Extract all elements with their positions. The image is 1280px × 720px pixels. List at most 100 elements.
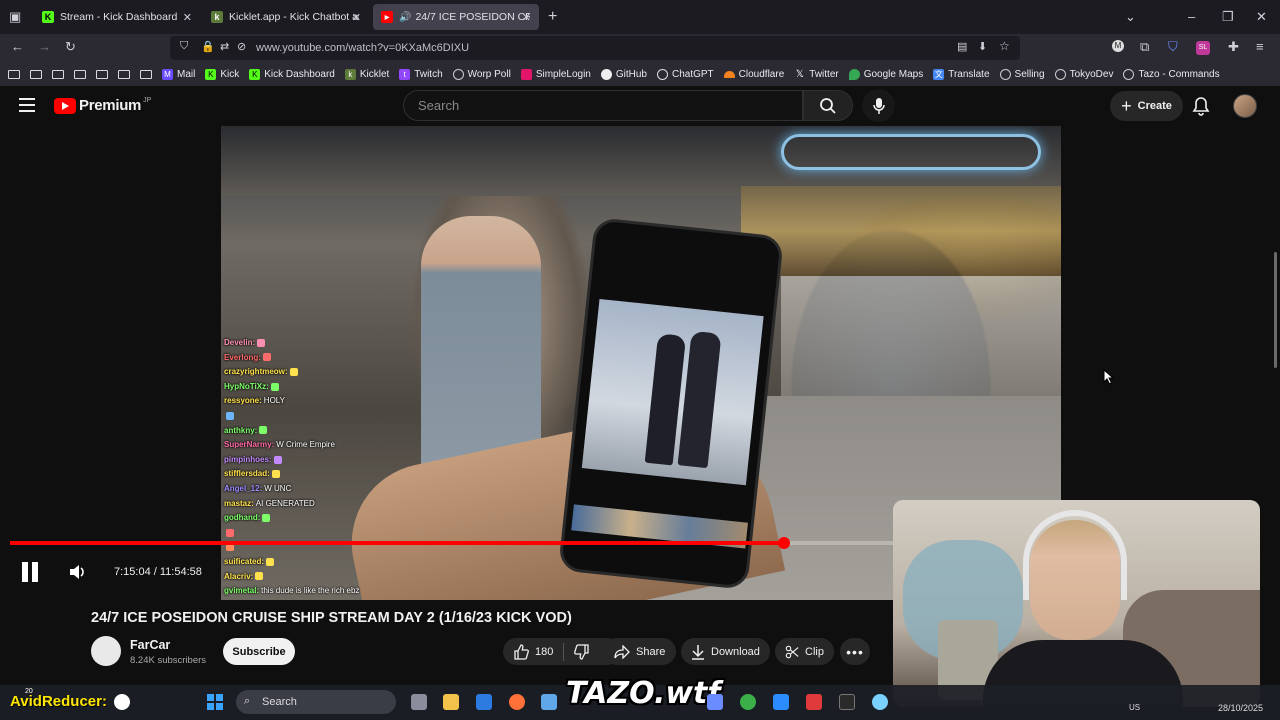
subscribe-button[interactable]: Subscribe	[223, 638, 295, 665]
bookmark-folder-icon[interactable]	[74, 69, 86, 79]
bookmark-translate[interactable]: 文 Translate	[933, 68, 990, 80]
bookmark-selling[interactable]: Selling	[999, 68, 1045, 80]
chat-text: AI GENERATED	[255, 498, 315, 508]
progress-scrubber[interactable]	[778, 537, 790, 549]
close-window-icon[interactable]: ✕	[1256, 9, 1267, 25]
tab-list-icon[interactable]: ▣	[9, 9, 21, 25]
bookmark-kick-dashboard[interactable]: K Kick Dashboard	[249, 68, 335, 80]
extension-sl-icon[interactable]: SL	[1196, 41, 1210, 55]
bookmark-github[interactable]: GitHub	[600, 68, 647, 80]
tab-youtube-active[interactable]: ▶ 🔊 24/7 ICE POSEIDON CRUISE ✕	[373, 4, 539, 30]
chat-emote-icon	[271, 470, 280, 479]
windows-start-icon[interactable]	[207, 694, 223, 710]
permissions-icon[interactable]: ⇄	[220, 40, 229, 53]
like-button[interactable]: 180	[513, 643, 553, 660]
bookmark-folder-icon[interactable]	[30, 69, 42, 79]
autoplay-blocked-icon[interactable]: ⊘	[237, 40, 246, 53]
minimize-icon[interactable]: –	[1188, 9, 1195, 24]
bookmark-tazo-commands[interactable]: Tazo - Commands	[1123, 68, 1220, 80]
tazo-brand-overlay: TAZO.wtf	[566, 676, 721, 711]
user-avatar[interactable]	[1233, 94, 1257, 118]
search-button[interactable]	[803, 90, 853, 121]
bookmark-worp-poll[interactable]: Worp Poll	[452, 68, 511, 80]
dislike-button[interactable]	[574, 643, 590, 660]
share-button[interactable]: Share	[604, 638, 676, 665]
extension-m-icon[interactable]: M	[1112, 40, 1124, 52]
bookmark-mail[interactable]: M Mail	[162, 68, 195, 80]
extensions-icon[interactable]: ✚	[1228, 39, 1239, 55]
close-tab-icon[interactable]: ✕	[352, 11, 361, 24]
keyboard-language[interactable]: US	[1129, 703, 1140, 712]
microsoft-store-icon[interactable]	[541, 694, 557, 710]
shield-icon[interactable]: ⛉	[180, 40, 188, 53]
bookmark-star-icon[interactable]: ☆	[999, 39, 1010, 53]
app-icon[interactable]	[806, 694, 822, 710]
create-button[interactable]: + Create	[1110, 91, 1183, 121]
reader-view-icon[interactable]: ▤	[957, 40, 967, 53]
bookmark-folder-icon[interactable]	[118, 69, 130, 79]
bookmark-folder-icon[interactable]	[96, 69, 108, 79]
taskbar-date[interactable]: 28/10/2025	[1218, 703, 1263, 713]
bookmark-folder-icon[interactable]	[140, 69, 152, 79]
task-view-icon[interactable]	[411, 694, 427, 710]
chat-text: W UNC	[264, 483, 292, 493]
chat-username: crazyrightmeow:	[224, 367, 288, 377]
app-menu-icon[interactable]: ≡	[1256, 39, 1264, 54]
bookmark-label: Translate	[948, 68, 990, 80]
bookmark-label: Tazo - Commands	[1138, 68, 1220, 80]
clip-button[interactable]: Clip	[775, 638, 834, 665]
bookmark-twitch[interactable]: t Twitch	[399, 68, 443, 80]
bookmark-folder-icon[interactable]	[8, 69, 20, 79]
lock-icon[interactable]: 🔒	[201, 40, 215, 53]
more-actions-button[interactable]: •••	[840, 638, 870, 665]
volume-icon[interactable]	[67, 562, 87, 587]
bookmark-folder-icon[interactable]	[52, 69, 64, 79]
page-scrollbar[interactable]	[1274, 252, 1277, 368]
epic-games-icon[interactable]	[839, 694, 855, 710]
notifications-bell-icon[interactable]	[1192, 96, 1210, 121]
forward-icon[interactable]: →	[38, 39, 51, 54]
voice-search-button[interactable]	[862, 89, 895, 122]
audio-playing-icon[interactable]: 🔊	[399, 12, 411, 23]
bookmark-kicklet[interactable]: k Kicklet	[344, 68, 389, 80]
app-icon[interactable]	[707, 694, 723, 710]
xbox-icon[interactable]	[740, 694, 756, 710]
hamburger-menu-icon[interactable]	[19, 98, 35, 112]
new-tab-icon[interactable]: +	[548, 8, 557, 26]
bookmark-cloudflare[interactable]: Cloudflare	[723, 69, 784, 80]
search-input[interactable]	[404, 91, 802, 120]
tab-overflow-chevron-icon[interactable]: ⌄	[1125, 9, 1136, 25]
close-tab-icon[interactable]: ✕	[183, 11, 192, 24]
youtube-premium-logo[interactable]: Premium JP	[54, 97, 151, 114]
bookmark-tokyodev[interactable]: TokyoDev	[1054, 68, 1113, 80]
extensions-puzzle-icon[interactable]: ⧉	[1140, 39, 1149, 55]
extension-shield-icon[interactable]: ⛉	[1168, 39, 1178, 55]
bookmark-simplelogin[interactable]: SimpleLogin	[520, 68, 591, 80]
pause-button[interactable]	[20, 560, 40, 584]
restore-icon[interactable]: ❐	[1222, 9, 1234, 25]
app-icon[interactable]	[872, 694, 888, 710]
url-text[interactable]: www.youtube.com/watch?v=0KXaMc6DIXU	[256, 42, 469, 54]
app-icon[interactable]	[773, 694, 789, 710]
app-icon[interactable]	[476, 694, 492, 710]
bookmark-kick[interactable]: K Kick	[205, 68, 239, 80]
firefox-icon[interactable]	[509, 694, 525, 710]
channel-avatar[interactable]	[91, 636, 121, 666]
tab-kick-dashboard[interactable]: K Stream - Kick Dashboard ✕	[34, 4, 200, 30]
taskbar-search[interactable]: ⌕ Search	[236, 690, 396, 714]
save-page-icon[interactable]: ⬇	[978, 40, 987, 53]
more-horizontal-icon: •••	[846, 643, 864, 660]
url-bar[interactable]: ⛉ 🔒 ⇄ ⊘ www.youtube.com/watch?v=0KXaMc6D…	[170, 36, 1020, 60]
progress-bar[interactable]	[10, 537, 893, 549]
bookmark-google-maps[interactable]: Google Maps	[848, 68, 923, 80]
download-button[interactable]: Download	[681, 638, 770, 665]
chat-username: suificated:	[224, 556, 265, 566]
close-tab-icon[interactable]: ✕	[522, 11, 531, 24]
file-explorer-icon[interactable]	[443, 694, 459, 710]
back-icon[interactable]: ←	[11, 39, 24, 54]
reload-icon[interactable]: ↻	[65, 39, 76, 55]
bookmark-twitter[interactable]: 𝕏 Twitter	[794, 69, 839, 80]
channel-name[interactable]: FarCar	[130, 638, 170, 652]
tab-kicklet[interactable]: k Kicklet.app - Kick Chatbot and ✕	[203, 4, 369, 30]
bookmark-chatgpt[interactable]: ChatGPT	[656, 68, 714, 80]
